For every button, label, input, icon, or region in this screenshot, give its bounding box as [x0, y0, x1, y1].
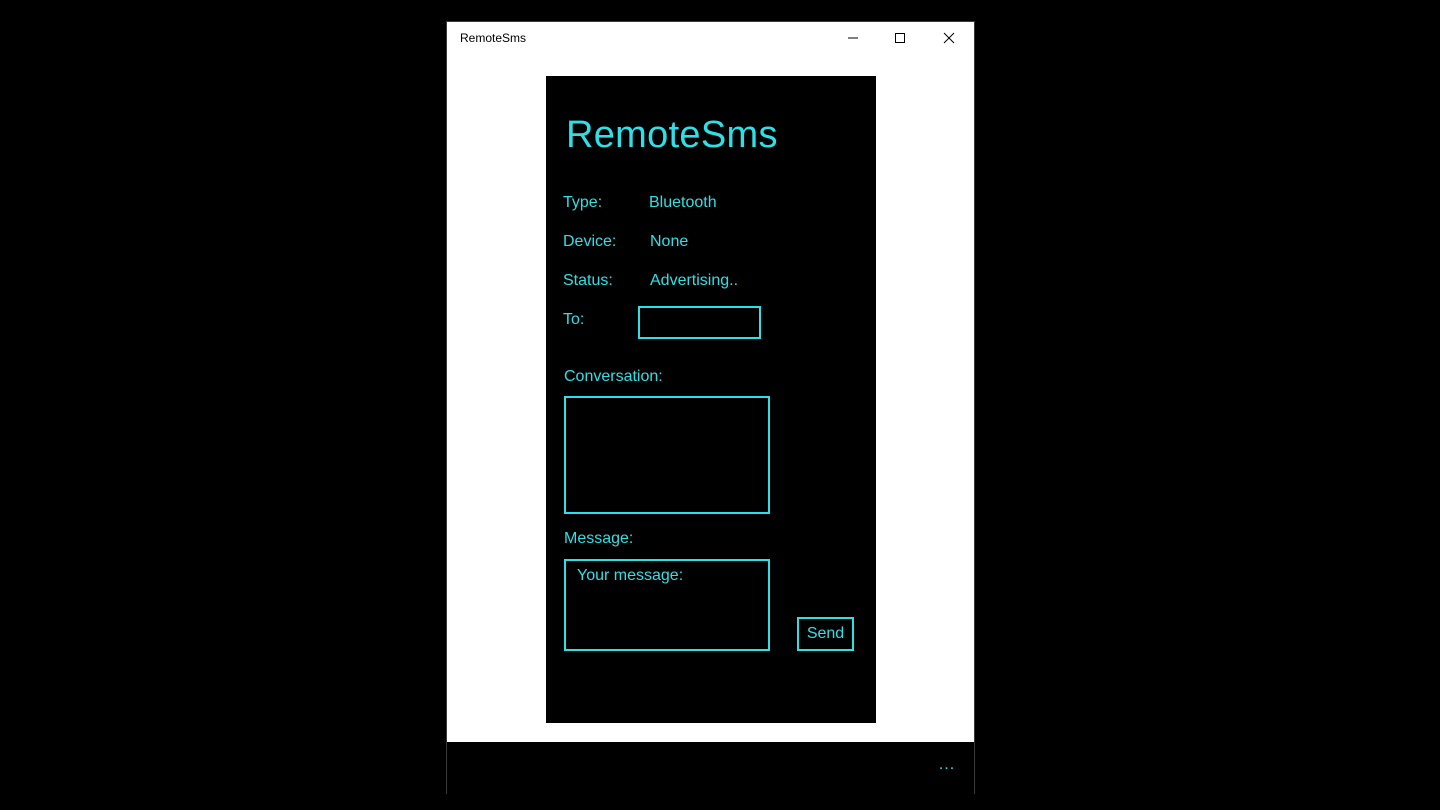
maximize-icon — [895, 33, 905, 43]
app-window: RemoteSms RemoteSms Type: Bluetooth Devi… — [446, 21, 975, 794]
bottom-app-bar: ... — [447, 742, 974, 794]
conversation-label: Conversation: — [564, 368, 663, 385]
minimize-button[interactable] — [830, 22, 876, 54]
device-value: None — [650, 233, 689, 250]
to-input[interactable] — [638, 306, 761, 339]
more-options-button[interactable]: ... — [932, 756, 962, 780]
app-heading: RemoteSms — [566, 114, 778, 156]
title-bar: RemoteSms — [447, 22, 974, 54]
to-label: To: — [563, 311, 585, 328]
window-title: RemoteSms — [460, 31, 527, 45]
conversation-textbox[interactable] — [564, 396, 770, 514]
type-value: Bluetooth — [649, 194, 717, 211]
close-button[interactable] — [926, 22, 972, 54]
status-label: Status: — [563, 272, 613, 289]
message-placeholder: Your message: — [577, 567, 684, 584]
status-value: Advertising.. — [650, 272, 739, 289]
app-content-panel: RemoteSms Type: Bluetooth Device: None S… — [546, 76, 876, 723]
device-label: Device: — [563, 233, 617, 250]
type-label: Type: — [563, 194, 603, 211]
close-icon — [943, 32, 955, 44]
send-button[interactable]: Send — [797, 617, 854, 651]
maximize-button[interactable] — [877, 22, 923, 54]
message-label: Message: — [564, 530, 634, 547]
minimize-icon — [848, 37, 858, 39]
message-input[interactable]: Your message: — [564, 559, 770, 651]
